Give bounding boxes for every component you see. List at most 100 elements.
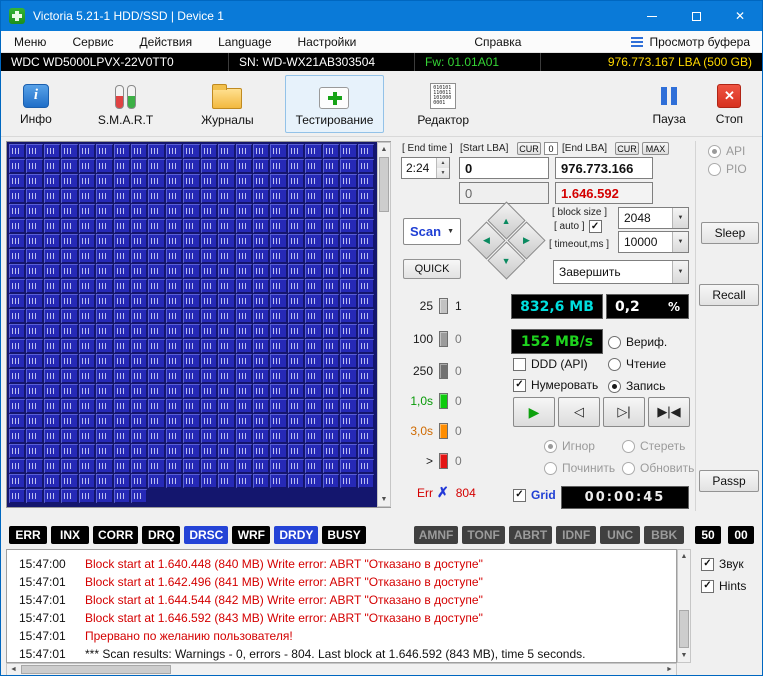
close-button[interactable]: ✕ [718,1,762,31]
on-end-action-select[interactable]: Завершить▼ [553,260,689,284]
erase-radio[interactable]: Стереть [622,439,685,453]
end-lba-input[interactable]: 976.773.166 [555,157,653,179]
start-cur-button[interactable]: CUR [517,142,541,155]
scroll-up-button[interactable]: ▲ [378,143,390,156]
log-scrollbar[interactable]: ▲ ▼ [677,549,691,663]
repair-radio[interactable]: Починить [544,461,615,475]
scan-block [114,204,130,218]
quick-button[interactable]: QUICK [403,259,461,279]
scan-block [9,339,25,353]
log-area[interactable]: 15:47:00Block start at 1.640.448 (840 MB… [6,549,677,663]
toolbar-button-journals[interactable]: Журналы [190,75,264,133]
menu-item-language[interactable]: Language [205,35,284,49]
scan-block [44,144,60,158]
spin-up-button[interactable]: ▲ [437,158,449,168]
scan-block [253,204,269,218]
grid-checkbox[interactable]: Grid [513,488,556,502]
scan-block [236,294,252,308]
scan-block [166,354,182,368]
scan-block [288,159,304,173]
scroll-thumb[interactable] [379,157,389,212]
scan-block [79,144,95,158]
start-lba-input[interactable]: 0 [459,157,549,179]
auto-checkbox[interactable] [589,220,602,233]
menu-item-menu[interactable]: Меню [1,35,59,49]
minimize-button[interactable] [630,1,674,31]
buffer-view-button[interactable]: Просмотр буфера [631,35,750,49]
scan-block [114,414,130,428]
scroll-up-button[interactable]: ▲ [678,550,690,563]
end-time-spinner[interactable]: 2:24 ▲▼ [401,157,450,179]
write-radio[interactable]: Запись [608,379,665,393]
scan-block [79,459,95,473]
scan-block [218,474,234,488]
toolbar-button-pause[interactable]: Пауза [641,75,696,133]
menu-item-settings[interactable]: Настройки [285,35,370,49]
seek-end-icon: ▶|◀ [657,404,680,420]
toolbar-button-smart[interactable]: S.M.A.R.T [87,75,164,133]
scan-block [79,429,95,443]
scan-block [114,174,130,188]
scroll-left-button[interactable]: ◄ [7,664,20,675]
menu-item-help[interactable]: Справка [461,35,534,49]
scan-block [218,459,234,473]
scroll-thumb[interactable] [21,665,171,674]
scan-block [114,324,130,338]
toolbar-button-editor[interactable]: 010101 110011 101000 0001 Редактор [406,75,480,133]
scan-block [218,264,234,278]
scan-block [114,489,130,503]
scan-block [9,354,25,368]
scan-block [44,489,60,503]
ignore-radio[interactable]: Игнор [544,439,595,453]
recall-button[interactable]: Recall [699,284,759,306]
hints-checkbox[interactable]: Hints [701,579,746,593]
log-horizontal-scrollbar[interactable]: ◄ ► [6,663,677,676]
seek-forward-button[interactable]: ▷| [603,397,645,427]
max-button[interactable]: MAX [642,142,669,155]
maximize-button[interactable] [674,1,718,31]
toolbar-button-testing[interactable]: Тестирование [285,75,385,133]
scroll-down-button[interactable]: ▼ [678,649,690,662]
scan-block [323,159,339,173]
toolbar-button-info[interactable]: i Инфо [9,75,63,133]
toolbar-button-stop[interactable]: ✕ Стоп [705,75,754,133]
play-button[interactable]: ▶ [513,397,555,427]
pio-radio[interactable]: PIO [708,162,747,176]
passp-button[interactable]: Passp [699,470,759,492]
scan-block [148,144,164,158]
menu-item-actions[interactable]: Действия [127,35,206,49]
scan-block [218,309,234,323]
read-radio[interactable]: Чтение [608,357,666,371]
seek-to-end-button[interactable]: ▶|◀ [648,397,690,427]
sound-checkbox[interactable]: Звук [701,557,744,571]
scan-block [148,414,164,428]
scan-grid-scrollbar[interactable]: ▲ ▼ [377,142,391,507]
scan-block [253,159,269,173]
timeout-select[interactable]: 10000▼ [618,231,689,253]
scroll-thumb[interactable] [679,610,689,648]
scan-block [26,384,42,398]
scan-block [201,429,217,443]
spin-down-button[interactable]: ▼ [437,168,449,178]
scroll-right-button[interactable]: ► [663,664,676,675]
end-lba-label: [End LBA] [562,143,607,154]
scan-block [340,444,356,458]
verify-radio[interactable]: Вериф. [608,335,667,349]
scan-button[interactable]: Scan▼ [403,218,461,245]
api-radio[interactable]: API [708,144,745,158]
scan-block [44,354,60,368]
ddd-checkbox[interactable]: DDD (API) [513,357,588,371]
scan-block [61,384,77,398]
menu-item-service[interactable]: Сервис [59,35,126,49]
sleep-button[interactable]: Sleep [701,222,759,244]
scan-block [288,474,304,488]
scroll-down-button[interactable]: ▼ [378,493,390,506]
block-size-select[interactable]: 2048▼ [618,207,689,229]
refresh-radio[interactable]: Обновить [622,461,694,475]
log-line: 15:47:01Block start at 1.646.592 (843 MB… [7,609,676,627]
scan-block [270,429,286,443]
numerate-checkbox[interactable]: Нумеровать [513,378,598,392]
step-back-button[interactable]: ◁ [558,397,600,427]
scan-block [166,279,182,293]
end-cur-button[interactable]: CUR [615,142,639,155]
